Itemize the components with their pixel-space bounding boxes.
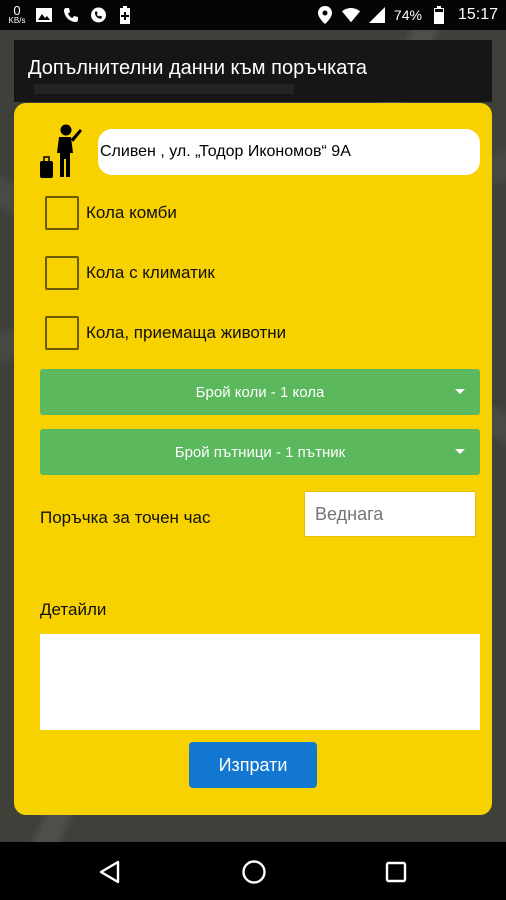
order-details-card: Сливен , ул. „Тодор Икономов“ 9А Кола ко… — [14, 103, 492, 815]
home-icon[interactable] — [240, 858, 268, 886]
dropdown-caret-icon — [455, 449, 465, 454]
clock: 15:17 — [457, 6, 498, 23]
details-textarea[interactable] — [40, 634, 480, 730]
call-icon — [62, 6, 80, 24]
details-label: Детайли — [40, 600, 107, 619]
pets-allowed-label: Кола, приемаща животни — [86, 323, 287, 342]
air-conditioning-checkbox[interactable] — [45, 256, 79, 290]
address-field[interactable]: Сливен , ул. „Тодор Икономов“ 9А — [98, 129, 480, 175]
passengers-count-value: Брой пътници - 1 пътник — [174, 443, 346, 461]
navigation-bar — [0, 842, 506, 900]
network-speed: 0 KB/s — [8, 4, 26, 25]
recent-apps-icon[interactable] — [382, 858, 410, 886]
option-air-conditioning[interactable]: Кола с климатик — [45, 255, 215, 291]
dropdown-caret-icon — [455, 389, 465, 394]
passengers-count-select[interactable]: Брой пътници - 1 пътник — [40, 429, 480, 475]
header-shadow-text — [34, 84, 294, 94]
option-estate-car[interactable]: Кола комби — [45, 195, 177, 231]
dialog-title: Допълнителни данни към поръчката — [28, 57, 368, 79]
cars-count-select[interactable]: Брой коли - 1 кола — [40, 369, 480, 415]
air-conditioning-label: Кола с климатик — [86, 263, 215, 282]
estate-car-label: Кола комби — [86, 203, 177, 222]
signal-icon — [368, 6, 386, 24]
viber-icon — [89, 6, 107, 24]
network-speed-unit: KB/s — [8, 16, 26, 25]
scheduled-time-input[interactable] — [304, 491, 476, 537]
back-icon[interactable] — [96, 858, 124, 886]
image-icon — [35, 6, 53, 24]
estate-car-checkbox[interactable] — [45, 196, 79, 230]
cars-count-value: Брой коли - 1 кола — [195, 383, 325, 401]
status-bar: 0 KB/s 74% 15:17 — [0, 0, 506, 30]
passenger-icon — [36, 123, 90, 179]
dialog-header: Допълнителни данни към поръчката — [14, 40, 492, 102]
pets-allowed-checkbox[interactable] — [45, 316, 79, 350]
battery-saver-icon — [116, 6, 134, 24]
option-pets-allowed[interactable]: Кола, приемаща животни — [45, 315, 286, 351]
battery-icon — [430, 6, 448, 24]
location-icon — [316, 6, 334, 24]
wifi-icon — [341, 6, 360, 24]
scheduled-time-label: Поръчка за точен час — [40, 508, 211, 527]
send-button[interactable]: Изпрати — [189, 742, 317, 788]
battery-percent: 74% — [393, 7, 422, 23]
